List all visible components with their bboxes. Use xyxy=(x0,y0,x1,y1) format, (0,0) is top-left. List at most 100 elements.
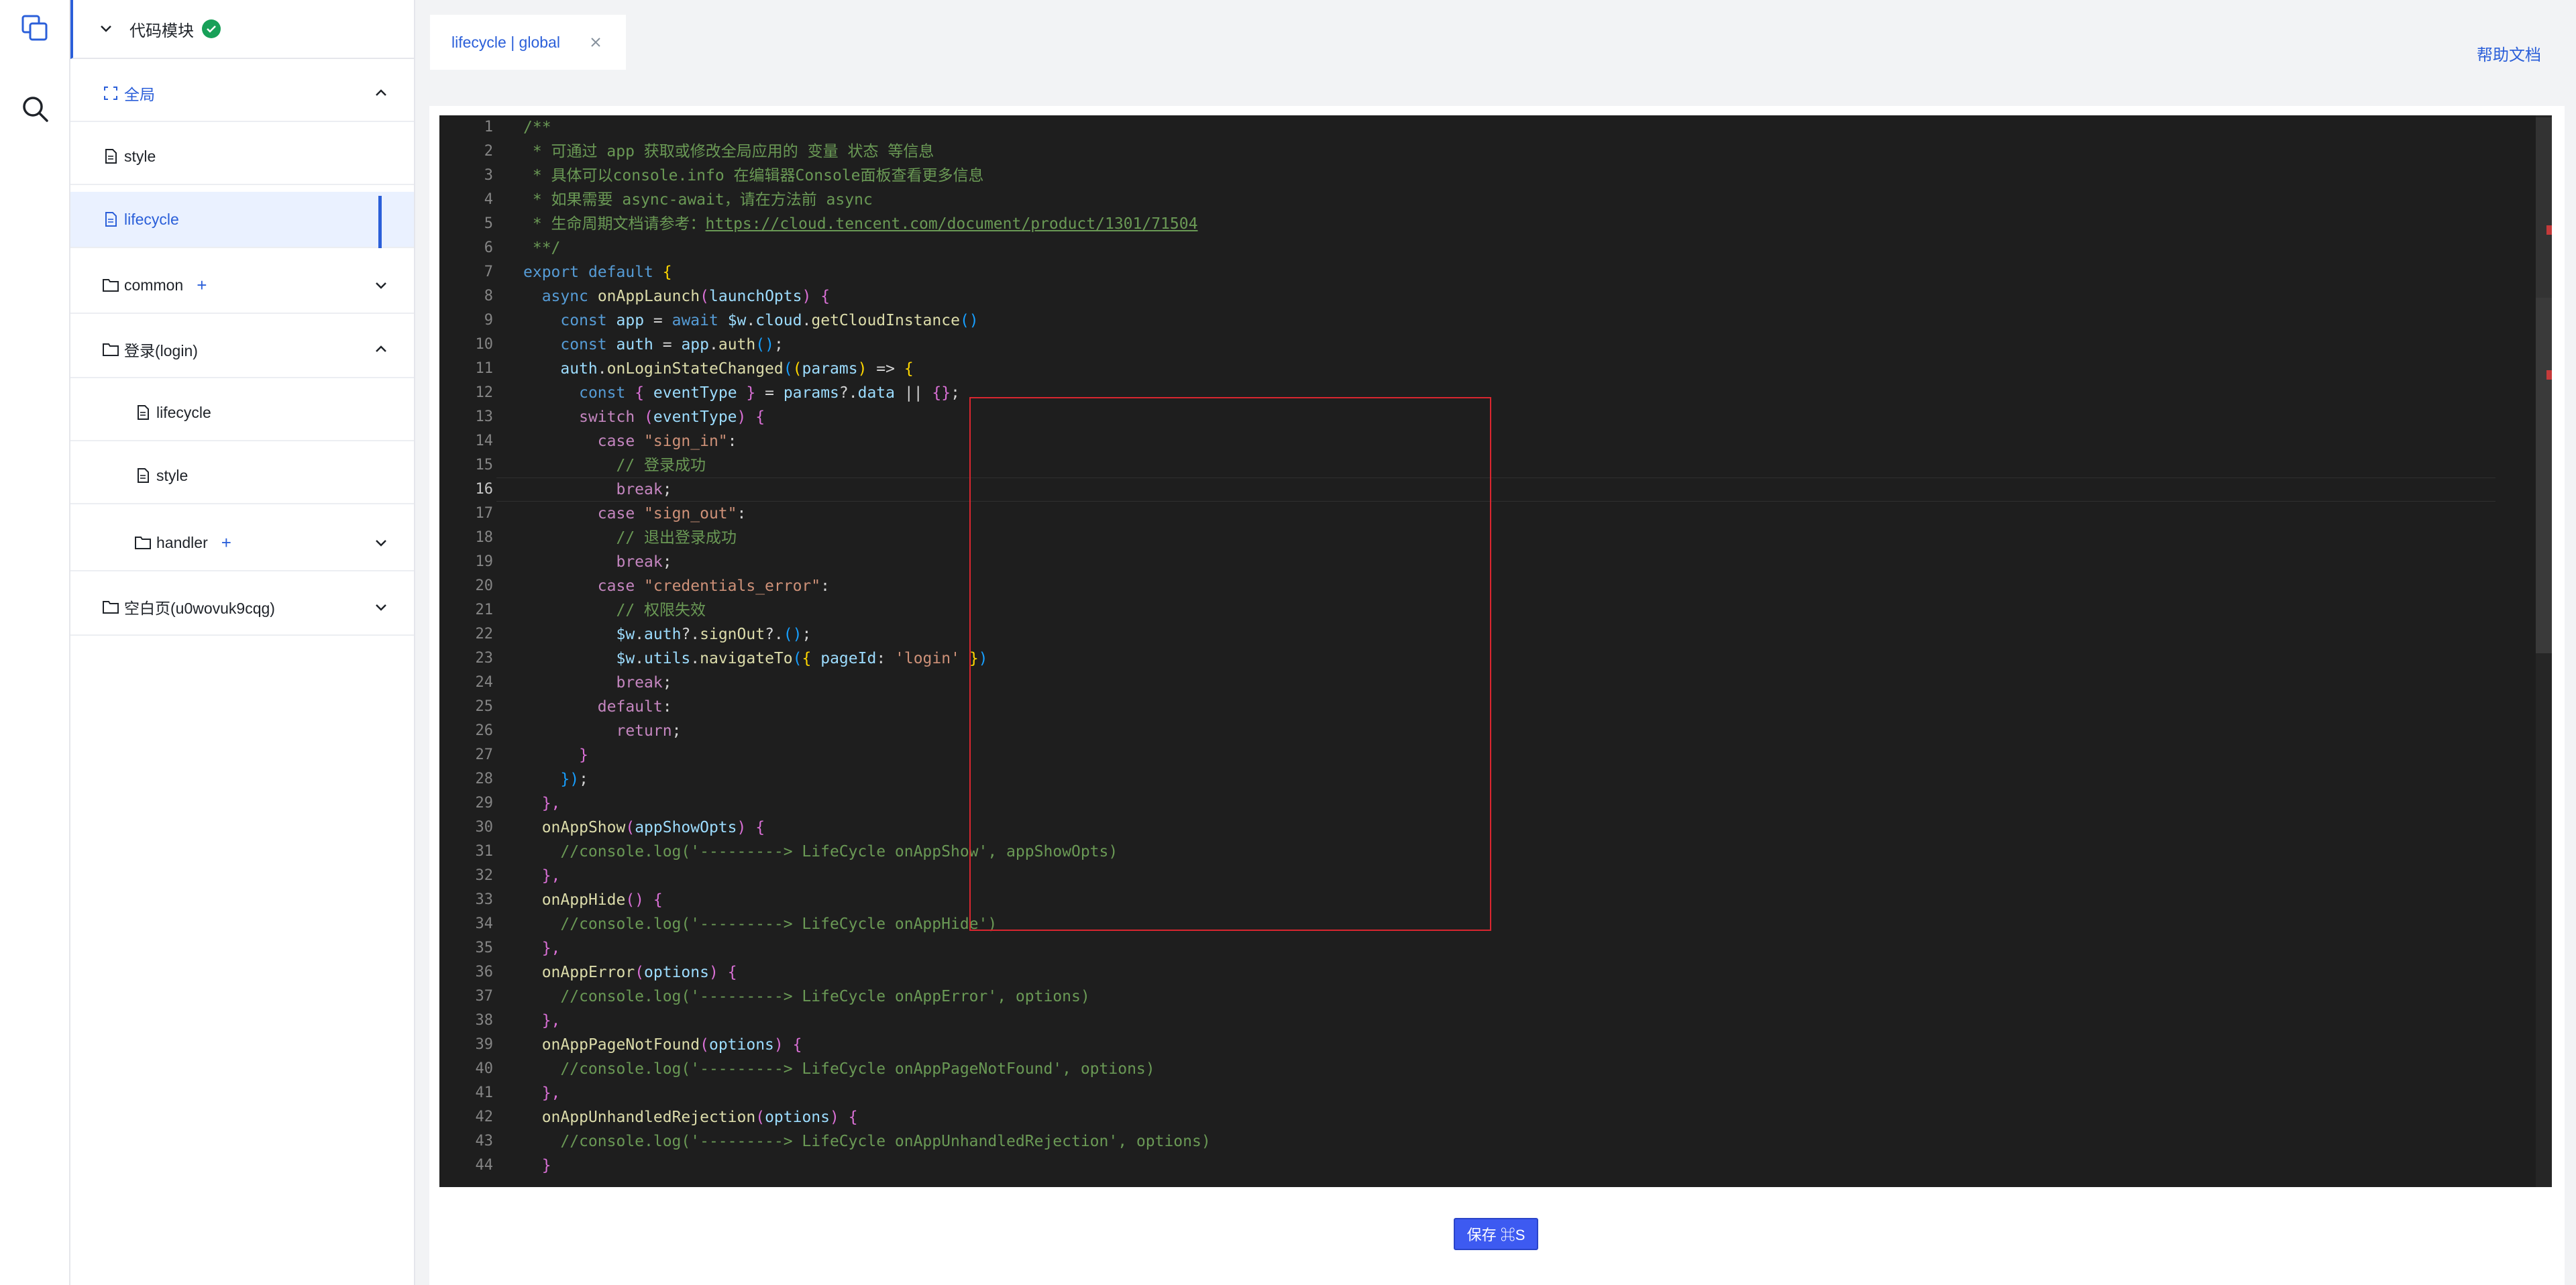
code-line[interactable]: const app = await $w.cloud.getCloudInsta… xyxy=(523,309,979,333)
add-file-button[interactable]: + xyxy=(221,533,231,553)
chevron-down-icon[interactable] xyxy=(372,276,390,294)
code-token: auth xyxy=(560,360,598,378)
code-line[interactable]: onAppShow(appShowOpts) { xyxy=(523,816,765,840)
code-line[interactable]: auth.onLoginStateChanged((params) => { xyxy=(523,357,913,381)
code-line[interactable]: //console.log('---------> LifeCycle onAp… xyxy=(523,912,997,936)
tree-item-login-style[interactable]: style xyxy=(70,448,414,504)
code-token: // 退出登录成功 xyxy=(616,529,737,547)
code-token: ; xyxy=(662,481,672,498)
tab-lifecycle-global[interactable]: lifecycle | global xyxy=(430,15,626,70)
code-line[interactable]: onAppError(options) { xyxy=(523,960,737,985)
code-module-header[interactable]: 代码模块 xyxy=(70,0,414,59)
code-line[interactable]: } xyxy=(523,1154,551,1178)
code-line[interactable]: const auth = app.auth(); xyxy=(523,333,783,357)
tree-item-global[interactable]: 全局 xyxy=(70,66,414,122)
code-line[interactable]: case "sign_out": xyxy=(523,502,747,526)
code-token: : xyxy=(662,698,672,716)
tree-item-global-style[interactable]: style xyxy=(70,129,414,185)
code-token: ) xyxy=(773,1036,784,1054)
code-line[interactable]: return; xyxy=(523,719,681,743)
code-line[interactable]: * 可通过 app 获取或修改全局应用的 变量 状态 等信息 xyxy=(523,139,934,164)
code-line[interactable]: //console.log('---------> LifeCycle onAp… xyxy=(523,1129,1210,1154)
chevron-down-icon[interactable] xyxy=(372,534,390,551)
tree-item-login-lifecycle[interactable]: lifecycle xyxy=(70,385,414,441)
line-number: 10 xyxy=(475,336,494,353)
tree-item-label: lifecycle xyxy=(124,210,179,228)
line-number: 1 xyxy=(484,119,493,135)
scrollbar-thumb[interactable] xyxy=(2536,298,2552,653)
code-line[interactable]: async onAppLaunch(launchOpts) { xyxy=(523,284,830,309)
code-token: => xyxy=(867,360,904,378)
help-docs-link[interactable]: 帮助文档 xyxy=(2477,42,2541,65)
code-line[interactable]: }, xyxy=(523,936,561,960)
code-token: const xyxy=(560,312,607,329)
tree-item-global-lifecycle[interactable]: lifecycle xyxy=(70,192,414,248)
code-line[interactable]: } xyxy=(523,743,588,767)
code-line[interactable]: break; xyxy=(523,671,672,695)
code-line[interactable]: // 权限失效 xyxy=(523,598,706,622)
tree-item-login[interactable]: 登录(login) xyxy=(70,322,414,378)
tree-item-blank-page[interactable]: 空白页(u0wovuk9cqg) xyxy=(70,579,414,636)
code-line[interactable]: export default { xyxy=(523,260,672,284)
code-line[interactable]: // 登录成功 xyxy=(523,453,706,478)
code-line[interactable]: **/ xyxy=(523,236,561,260)
code-line[interactable]: * 如果需要 async-await，请在方法前 async xyxy=(523,188,873,212)
line-number: 27 xyxy=(475,746,494,763)
search-icon[interactable] xyxy=(19,93,51,125)
code-token: () xyxy=(959,312,979,329)
code-line[interactable]: const { eventType } = params?.data || {}… xyxy=(523,381,960,405)
code-line[interactable]: }); xyxy=(523,767,588,791)
code-token: await xyxy=(672,312,718,329)
tree-item-handler[interactable]: handler + xyxy=(70,515,414,571)
code-line[interactable]: onAppHide() { xyxy=(523,888,663,912)
code-token: { xyxy=(820,288,830,305)
line-number: 8 xyxy=(484,288,493,304)
code-line[interactable]: // 退出登录成功 xyxy=(523,526,737,550)
add-file-button[interactable]: + xyxy=(197,275,207,296)
code-line[interactable]: //console.log('---------> LifeCycle onAp… xyxy=(523,985,1089,1009)
line-number: 4 xyxy=(484,191,493,208)
code-token: . xyxy=(635,626,645,643)
code-line[interactable]: /** xyxy=(523,115,551,139)
code-token: ( xyxy=(783,360,793,378)
code-line[interactable]: default: xyxy=(523,695,672,719)
close-icon[interactable] xyxy=(588,35,603,50)
code-token: default xyxy=(597,698,663,716)
scope-icon xyxy=(103,85,119,101)
code-line[interactable]: onAppPageNotFound(options) { xyxy=(523,1033,802,1057)
code-line[interactable]: }, xyxy=(523,1081,561,1105)
code-line[interactable]: case "credentials_error": xyxy=(523,574,830,598)
code-line[interactable]: }, xyxy=(523,864,561,888)
code-editor[interactable]: 1 2 3 4 5 6 7 8 9 10 11 12 13 14 15 16 17 18 19 20 21 22 23 24 2… xyxy=(439,115,2551,1187)
code-line[interactable]: case "sign_in": xyxy=(523,429,737,453)
code-line[interactable]: break; xyxy=(523,478,672,502)
code-token: ) xyxy=(830,1109,839,1126)
code-line[interactable]: $w.auth?.signOut?.(); xyxy=(523,622,811,647)
chevron-down-icon[interactable] xyxy=(372,598,390,616)
tree-item-common[interactable]: common + xyxy=(70,258,414,314)
chevron-up-icon[interactable] xyxy=(372,85,390,102)
copy-icon[interactable] xyxy=(19,12,51,44)
save-button[interactable]: 保存 ⌘S xyxy=(1454,1218,1538,1250)
code-line[interactable]: switch (eventType) { xyxy=(523,405,765,429)
code-token: "credentials_error" xyxy=(644,577,821,595)
code-line[interactable]: $w.utils.navigateTo({ pageId: 'login' }) xyxy=(523,647,987,671)
code-line[interactable]: }, xyxy=(523,1009,561,1033)
chevron-up-icon[interactable] xyxy=(372,341,390,358)
code-line[interactable]: }, xyxy=(523,791,561,816)
code-line[interactable]: onAppUnhandledRejection(options) { xyxy=(523,1105,858,1129)
code-line[interactable]: break; xyxy=(523,550,672,574)
code-line[interactable]: //console.log('---------> LifeCycle onAp… xyxy=(523,1057,1155,1081)
code-token: }, xyxy=(541,795,561,812)
line-number: 28 xyxy=(475,771,494,787)
code-line[interactable]: * 生命周期文档请参考：https://cloud.tencent.com/do… xyxy=(523,212,1198,236)
code-token: 'login' xyxy=(895,650,960,667)
code-line[interactable]: * 具体可以console.info 在编辑器Console面板查看更多信息 xyxy=(523,164,984,188)
code-token: : xyxy=(737,505,747,522)
